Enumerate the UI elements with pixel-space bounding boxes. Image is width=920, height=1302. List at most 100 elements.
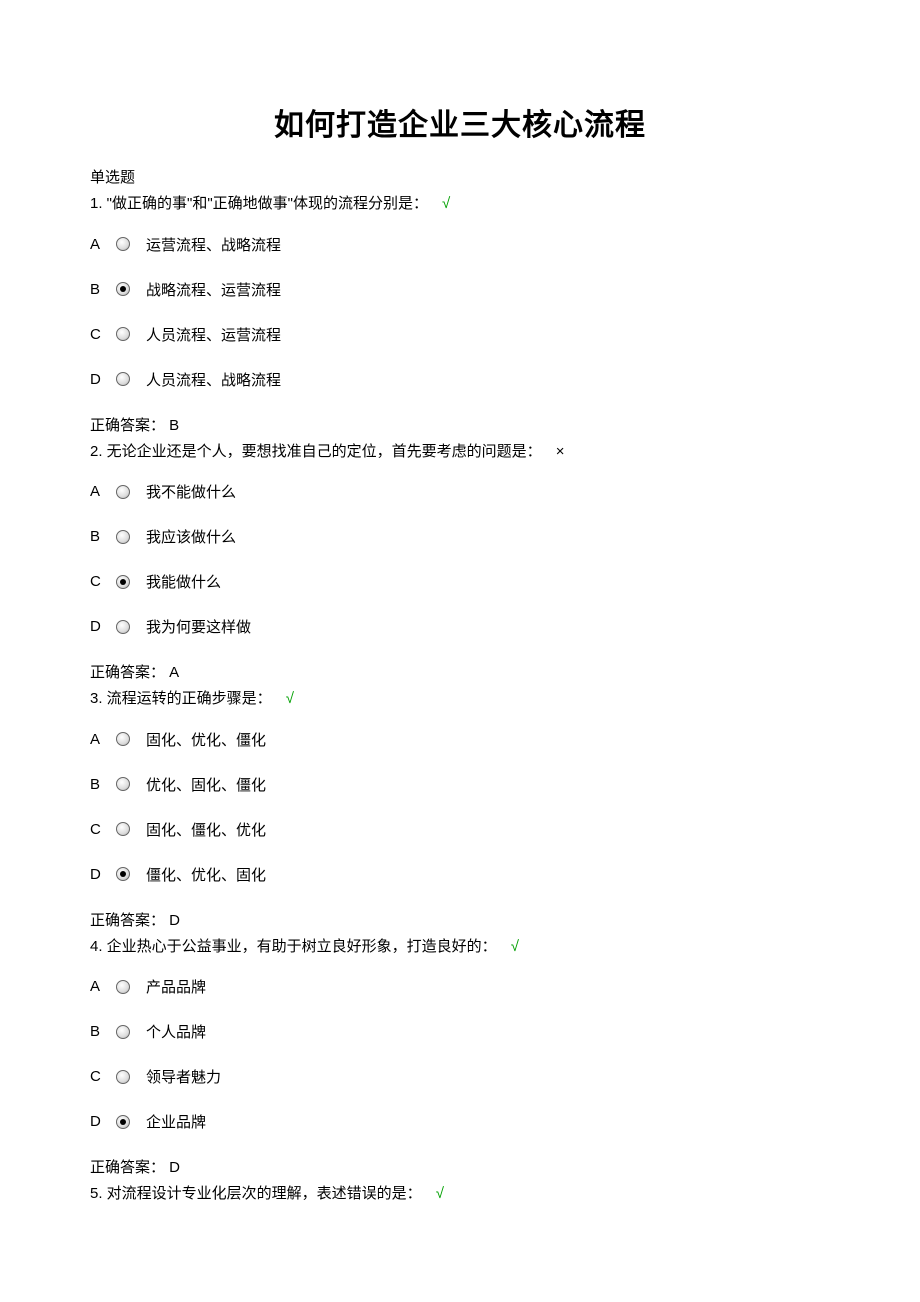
question-block: 4. 企业热心于公益事业，有助于树立良好形象，打造良好的： √ A 产品品牌 B 个人品牌… (90, 936, 830, 1178)
radio-icon[interactable] (116, 575, 130, 589)
answer-prefix: 正确答案： (90, 664, 165, 681)
option-letter: A (90, 236, 110, 253)
option-text: 领导者魅力 (146, 1066, 221, 1087)
question-text: 5. 对流程设计专业化层次的理解，表述错误的是： √ (90, 1183, 830, 1206)
option-text: 战略流程、运营流程 (146, 279, 281, 300)
option-text: 个人品牌 (146, 1021, 206, 1042)
radio-icon[interactable] (116, 867, 130, 881)
option-text: 我为何要这样做 (146, 616, 251, 637)
option-row[interactable]: A 我不能做什么 (90, 481, 830, 502)
answer-value: D (165, 1159, 180, 1176)
correct-answer: 正确答案： D (90, 909, 830, 930)
option-text: 僵化、优化、固化 (146, 864, 266, 885)
option-letter: C (90, 1068, 110, 1085)
option-text: 优化、固化、僵化 (146, 774, 266, 795)
radio-icon[interactable] (116, 237, 130, 251)
option-text: 固化、优化、僵化 (146, 729, 266, 750)
correct-answer: 正确答案： A (90, 661, 830, 682)
question-stem: 无论企业还是个人，要想找准自己的定位，首先要考虑的问题是： (103, 443, 542, 460)
option-letter: D (90, 618, 110, 635)
option-letter: C (90, 326, 110, 343)
question-stem: 流程运转的正确步骤是： (103, 690, 272, 707)
question-stem: 企业热心于公益事业，有助于树立良好形象，打造良好的： (103, 938, 497, 955)
question-block: 1. "做正确的事"和"正确地做事"体现的流程分别是： √ A 运营流程、战略流程 B 战… (90, 193, 830, 435)
option-row[interactable]: C 人员流程、运营流程 (90, 324, 830, 345)
option-row[interactable]: B 我应该做什么 (90, 526, 830, 547)
radio-icon[interactable] (116, 1025, 130, 1039)
radio-icon[interactable] (116, 372, 130, 386)
section-label: 单选题 (90, 166, 830, 187)
question-text: 4. 企业热心于公益事业，有助于树立良好形象，打造良好的： √ (90, 936, 830, 959)
question-block: 5. 对流程设计专业化层次的理解，表述错误的是： √ (90, 1183, 830, 1206)
questions-container: 1. "做正确的事"和"正确地做事"体现的流程分别是： √ A 运营流程、战略流程 B 战… (90, 193, 830, 1206)
check-icon: √ (442, 195, 450, 212)
question-block: 3. 流程运转的正确步骤是： √ A 固化、优化、僵化 B 优化、固化、僵化 C 固化、僵化、… (90, 688, 830, 930)
option-row[interactable]: C 固化、僵化、优化 (90, 819, 830, 840)
question-block: 2. 无论企业还是个人，要想找准自己的定位，首先要考虑的问题是： × A 我不能做什么… (90, 441, 830, 683)
option-row[interactable]: B 战略流程、运营流程 (90, 279, 830, 300)
option-letter: B (90, 776, 110, 793)
option-text: 产品品牌 (146, 976, 206, 997)
option-letter: D (90, 866, 110, 883)
question-number: 2. (90, 443, 103, 460)
option-letter: C (90, 821, 110, 838)
cross-icon: × (556, 443, 565, 460)
question-stem: 对流程设计专业化层次的理解，表述错误的是： (103, 1185, 422, 1202)
answer-prefix: 正确答案： (90, 912, 165, 929)
question-text: 3. 流程运转的正确步骤是： √ (90, 688, 830, 711)
option-row[interactable]: D 我为何要这样做 (90, 616, 830, 637)
option-text: 运营流程、战略流程 (146, 234, 281, 255)
question-number: 3. (90, 690, 103, 707)
radio-icon[interactable] (116, 777, 130, 791)
question-stem: "做正确的事"和"正确地做事"体现的流程分别是： (103, 195, 428, 212)
option-row[interactable]: D人员流程、战略流程 (90, 369, 830, 390)
check-icon: √ (436, 1185, 444, 1202)
radio-icon[interactable] (116, 822, 130, 836)
option-text: 我不能做什么 (146, 481, 236, 502)
check-icon: √ (511, 938, 519, 955)
radio-icon[interactable] (116, 530, 130, 544)
option-row[interactable]: B 优化、固化、僵化 (90, 774, 830, 795)
option-row[interactable]: A 运营流程、战略流程 (90, 234, 830, 255)
option-text: 固化、僵化、优化 (146, 819, 266, 840)
document-title: 如何打造企业三大核心流程 (90, 100, 830, 144)
option-row[interactable]: D 僵化、优化、固化 (90, 864, 830, 885)
radio-icon[interactable] (116, 620, 130, 634)
option-text: 我能做什么 (146, 571, 221, 592)
radio-icon[interactable] (116, 485, 130, 499)
answer-value: D (165, 912, 180, 929)
option-letter: A (90, 731, 110, 748)
option-letter: D (90, 1113, 110, 1130)
option-letter: B (90, 1023, 110, 1040)
option-row[interactable]: A 产品品牌 (90, 976, 830, 997)
option-row[interactable]: C 领导者魅力 (90, 1066, 830, 1087)
radio-icon[interactable] (116, 1070, 130, 1084)
answer-prefix: 正确答案： (90, 1159, 165, 1176)
option-row[interactable]: C 我能做什么 (90, 571, 830, 592)
option-letter: B (90, 528, 110, 545)
correct-answer: 正确答案： B (90, 414, 830, 435)
question-number: 4. (90, 938, 103, 955)
answer-value: A (165, 664, 179, 681)
option-letter: A (90, 978, 110, 995)
question-number: 1. (90, 195, 103, 212)
option-letter: D (90, 371, 110, 388)
check-icon: √ (286, 690, 294, 707)
option-letter: A (90, 483, 110, 500)
question-number: 5. (90, 1185, 103, 1202)
radio-icon[interactable] (116, 1115, 130, 1129)
option-text: 人员流程、运营流程 (146, 324, 281, 345)
question-text: 1. "做正确的事"和"正确地做事"体现的流程分别是： √ (90, 193, 830, 216)
correct-answer: 正确答案： D (90, 1156, 830, 1177)
option-row[interactable]: A 固化、优化、僵化 (90, 729, 830, 750)
option-row[interactable]: D企业品牌 (90, 1111, 830, 1132)
radio-icon[interactable] (116, 327, 130, 341)
radio-icon[interactable] (116, 282, 130, 296)
option-row[interactable]: B 个人品牌 (90, 1021, 830, 1042)
option-letter: B (90, 281, 110, 298)
radio-icon[interactable] (116, 732, 130, 746)
option-letter: C (90, 573, 110, 590)
option-text: 我应该做什么 (146, 526, 236, 547)
question-text: 2. 无论企业还是个人，要想找准自己的定位，首先要考虑的问题是： × (90, 441, 830, 464)
radio-icon[interactable] (116, 980, 130, 994)
